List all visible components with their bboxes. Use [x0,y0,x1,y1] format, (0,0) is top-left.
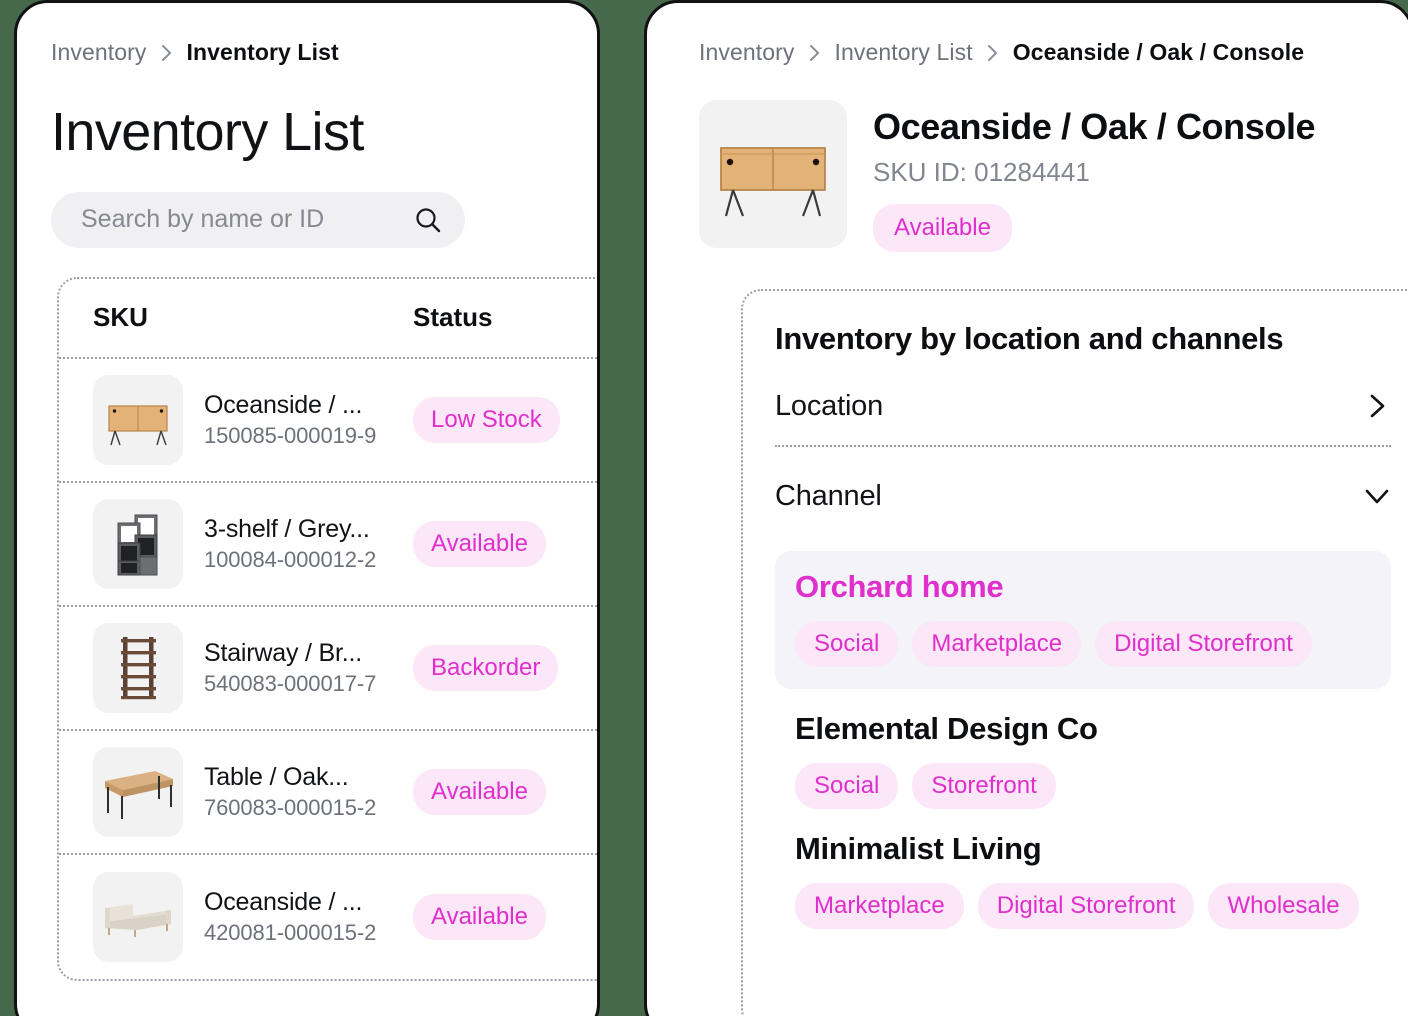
product-sku-id: SKU ID: 01284441 [873,157,1090,187]
row-sku-code: 760083-000015-2 [204,794,377,820]
row-text: Table / Oak... 760083-000015-2 [183,763,413,821]
breadcrumb-item-current-product[interactable]: Oceanside / Oak / Console [1013,39,1304,66]
channel-chip-list: Marketplace Digital Storefront Wholesale [795,883,1371,929]
product-detail-panel: Inventory Inventory List Oceanside / Oak… [644,0,1408,1016]
status-badge: Available [413,893,546,940]
chevron-down-icon[interactable] [1363,482,1391,510]
channel-chip[interactable]: Marketplace [795,883,964,929]
channel-chip[interactable]: Social [795,621,899,667]
channel-chip-list: Social Marketplace Digital Storefront [795,621,1371,667]
brand-name: Minimalist Living [795,831,1042,866]
row-sku-code: 100084-000012-2 [204,546,377,572]
inventory-table: SKU Status Oceanside / ... 150085-000019… [57,276,597,981]
status-badge: Available [413,520,546,567]
inventory-by-location-section: Inventory by location and channels Locat… [741,289,1408,1016]
search-icon[interactable] [413,205,443,235]
row-text: Oceanside / ... 420081-000015-2 [183,888,413,946]
row-text: Oceanside / ... 150085-000019-9 [183,391,413,449]
row-status-cell: Available [413,768,583,815]
section-title: Inventory by location and channels [775,321,1284,356]
table-row[interactable]: Oceanside / ... 150085-000019-9 Low Stoc… [59,359,597,483]
accordion-label: Channel [775,479,882,512]
channel-chip[interactable]: Wholesale [1208,883,1359,929]
product-status-wrap: Available [873,204,1315,252]
channel-chip[interactable]: Marketplace [912,621,1082,667]
row-product-name: Oceanside / ... [204,390,363,419]
product-title: Oceanside / Oak / Console [873,106,1316,147]
brand-card-orchard-home[interactable]: Orchard home Social Marketplace Digital … [775,551,1391,689]
channel-chip[interactable]: Social [795,763,899,809]
product-thumbnail-table-oak [93,746,183,837]
channel-chip[interactable]: Digital Storefront [1095,621,1312,667]
row-status-cell: Available [413,520,583,567]
product-thumbnail-console-oak [93,374,183,465]
table-header-row: SKU Status [59,279,597,359]
row-product-name: Stairway / Br... [204,638,362,667]
status-badge: Available [413,768,546,815]
chevron-right-icon [160,43,174,63]
table-row[interactable]: 3-shelf / Grey... 100084-000012-2 Availa… [59,483,597,607]
product-header: Oceanside / Oak / Console SKU ID: 012844… [699,100,1379,252]
accordion-channel[interactable]: Channel [775,457,1391,535]
product-thumbnail-ladder-shelf [93,622,183,713]
table-row[interactable]: Table / Oak... 760083-000015-2 Available [59,731,597,855]
brand-card-elemental-design-co[interactable]: Elemental Design Co Social Storefront [775,711,1391,809]
chevron-right-icon [986,43,1000,63]
product-image-console-oak [699,100,847,248]
accordion-label: Location [775,389,884,422]
accordion-location[interactable]: Location [775,367,1391,445]
row-text: Stairway / Br... 540083-000017-7 [183,639,413,697]
breadcrumb-item-inventory[interactable]: Inventory [51,39,147,66]
channel-chip[interactable]: Digital Storefront [977,883,1195,929]
column-header-status: Status [413,302,493,333]
page-title: Inventory List [51,102,364,162]
row-status-cell: Available [413,893,583,940]
status-badge: Backorder [413,644,559,691]
channel-chip-list: Social Storefront [795,763,1371,809]
row-status-cell: Backorder [413,644,583,691]
status-badge: Low Stock [413,396,560,443]
brand-name: Elemental Design Co [795,711,1098,746]
inventory-list-panel: Inventory Inventory List Inventory List [14,0,600,1016]
row-product-name: Oceanside / ... [204,887,363,916]
search-box[interactable] [51,191,465,248]
accordion-divider [775,445,1391,447]
brand-name: Orchard home [795,569,1004,604]
product-thumbnail-sofa-sectional [93,871,183,962]
row-product-name: Table / Oak... [204,762,349,791]
row-sku-code: 420081-000015-2 [204,919,377,945]
column-header-sku: SKU [93,302,148,333]
table-row[interactable]: Oceanside / ... 420081-000015-2 Availabl… [59,855,597,979]
breadcrumb-item-inventory[interactable]: Inventory [699,39,795,66]
brand-card-minimalist-living[interactable]: Minimalist Living Marketplace Digital St… [775,831,1391,929]
breadcrumb-item-inventory-list[interactable]: Inventory List [835,39,973,66]
row-sku-code: 150085-000019-9 [204,422,377,448]
chevron-right-icon [808,43,822,63]
row-text: 3-shelf / Grey... 100084-000012-2 [183,515,413,573]
product-meta: Oceanside / Oak / Console SKU ID: 012844… [873,100,1316,252]
search-input[interactable] [79,204,413,236]
table-row[interactable]: Stairway / Br... 540083-000017-7 Backord… [59,607,597,731]
breadcrumb-left: Inventory Inventory List [51,39,563,66]
breadcrumb-right: Inventory Inventory List Oceanside / Oak… [699,39,1379,66]
chevron-right-icon[interactable] [1363,392,1391,420]
channel-chip[interactable]: Storefront [912,763,1056,809]
breadcrumb-item-inventory-list[interactable]: Inventory List [187,39,339,66]
row-product-name: 3-shelf / Grey... [204,514,370,543]
row-sku-code: 540083-000017-7 [204,670,377,696]
screen-root: Inventory Inventory List Inventory List [0,0,1408,1016]
product-thumbnail-shelf-grey [93,498,183,589]
status-badge: Available [873,204,1012,252]
row-status-cell: Low Stock [413,396,583,443]
